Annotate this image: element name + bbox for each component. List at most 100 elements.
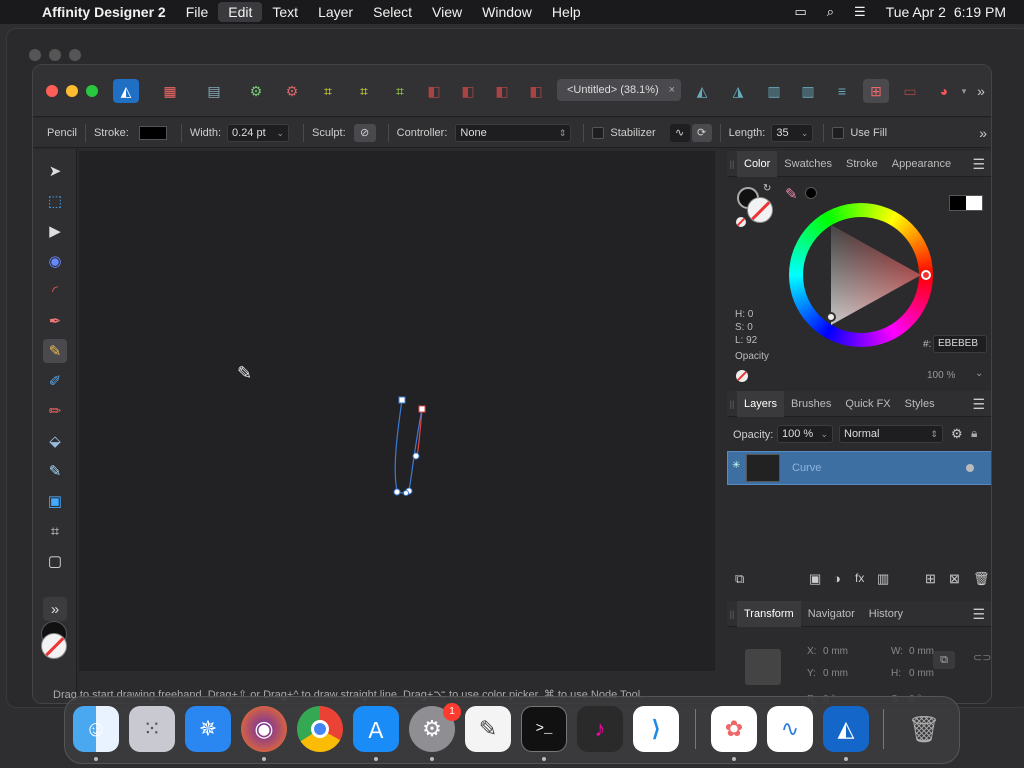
black-white-swatch[interactable]	[949, 195, 983, 211]
x-value[interactable]: 0 mm	[823, 646, 848, 657]
menubar-time[interactable]: 6:19 PM	[950, 0, 1024, 24]
close-button[interactable]	[46, 85, 58, 97]
panel-menu-icon[interactable]: ☰	[972, 156, 985, 173]
fill-tool-icon[interactable]: ⬙	[43, 429, 67, 453]
sculpt-toggle-icon[interactable]: ⊘	[353, 123, 376, 142]
swap-colors-icon[interactable]: ↻	[763, 183, 771, 194]
layer-name[interactable]: Curve	[792, 462, 821, 474]
launchpad-icon[interactable]: ⁙	[129, 706, 175, 752]
app-store-icon[interactable]: Ａ	[353, 706, 399, 752]
layers-opacity-field[interactable]: 100 % ⌄	[777, 425, 833, 443]
tab-transform[interactable]: Transform	[737, 600, 801, 627]
place-image-tool-icon[interactable]: ▣	[43, 489, 67, 513]
artboard-tool-icon[interactable]: ⬚	[43, 189, 67, 213]
insert-inside-icon[interactable]: ▭	[897, 79, 923, 103]
layer-settings-icon[interactable]: ⚙	[951, 426, 963, 442]
drawn-curve[interactable]	[79, 151, 715, 671]
tab-appearance[interactable]: Appearance	[885, 151, 958, 177]
delete-layer-icon[interactable]: 🗑︎	[973, 571, 990, 587]
w-value[interactable]: 0 mm	[909, 646, 934, 657]
boolean-xor-icon[interactable]: ◧	[523, 79, 549, 103]
corner-tool-icon[interactable]: ◜	[43, 279, 67, 303]
y-value[interactable]: 0 mm	[823, 668, 848, 679]
panel-grip-icon[interactable]: ||	[727, 399, 737, 409]
tab-history[interactable]: History	[862, 601, 910, 627]
blend-mode-dropdown[interactable]: Normal ⇕	[839, 425, 943, 443]
hex-field[interactable]: EBEBEB	[933, 335, 987, 353]
layer-options-icon[interactable]: ⧉	[735, 571, 744, 587]
screen-mirroring-icon[interactable]: ▭	[784, 0, 816, 24]
textedit-icon[interactable]: ✎	[465, 706, 511, 752]
vscode-icon[interactable]: ⟩	[633, 706, 679, 752]
align-objects-icon[interactable]: ⌗	[387, 79, 413, 103]
use-fill-checkbox[interactable]	[832, 126, 845, 139]
document-setup-icon[interactable]: ▤	[201, 79, 227, 103]
flip-horizontal-icon[interactable]: ◭	[689, 79, 715, 103]
minimize-button[interactable]	[66, 85, 78, 97]
affinity-designer-icon[interactable]: ◭	[823, 706, 869, 752]
boolean-intersect-icon[interactable]: ◧	[489, 79, 515, 103]
tab-quick-fx[interactable]: Quick FX	[838, 391, 897, 417]
snapping-icon[interactable]: ⚙	[243, 79, 269, 103]
panel-menu-icon[interactable]: ☰	[972, 396, 985, 413]
stroke-color-swatch[interactable]	[138, 125, 167, 140]
lock-aspect-icon[interactable]: ⊂⊃	[973, 651, 991, 664]
insert-target-icon[interactable]: ⊞	[863, 79, 889, 103]
window-mode-icon[interactable]: ⟳	[691, 123, 712, 142]
control-center-icon[interactable]: ☰	[844, 0, 876, 24]
garageband-icon[interactable]: ♪	[577, 706, 623, 752]
tab-swatches[interactable]: Swatches	[777, 151, 839, 177]
transparency-tool-icon[interactable]: ✎	[43, 459, 67, 483]
menu-view[interactable]: View	[422, 0, 472, 24]
zoom-button[interactable]	[86, 85, 98, 97]
flip-vertical-icon[interactable]: ◮	[725, 79, 751, 103]
panel-grip-icon[interactable]: ||	[727, 159, 737, 169]
curve-node[interactable]	[412, 452, 420, 460]
tab-layers[interactable]: Layers	[737, 390, 785, 417]
point-transform-tool-icon[interactable]: ◉	[43, 249, 67, 273]
assistant-dropdown-icon[interactable]: ▾	[957, 79, 971, 103]
transform-objects-icon[interactable]: ⌗	[315, 79, 341, 103]
more-tools-icon[interactable]: »	[43, 597, 67, 621]
panel-menu-icon[interactable]: ☰	[972, 606, 985, 623]
h-value[interactable]: 0 mm	[909, 668, 934, 679]
vector-brush-tool-icon[interactable]: ✐	[43, 369, 67, 393]
curve-node[interactable]	[393, 488, 401, 496]
firefox-icon[interactable]: ◉	[241, 706, 287, 752]
hsl-color-wheel[interactable]	[789, 203, 933, 347]
chevron-down-icon[interactable]: ⌄	[975, 368, 983, 379]
tab-color[interactable]: Color	[737, 150, 778, 177]
bg-close-button[interactable]	[29, 49, 41, 61]
add-group-icon[interactable]: ⊠	[949, 571, 960, 587]
document-tab[interactable]: <Untitled> (38.1%) ×	[557, 79, 681, 101]
pencil-tool-icon[interactable]: ✎	[43, 339, 67, 363]
layer-row-curve[interactable]: ✳ Curve	[727, 451, 991, 485]
photos-icon[interactable]: ✿	[711, 706, 757, 752]
add-adjustment-icon[interactable]: ◑	[833, 571, 841, 586]
trash-icon[interactable]: 🗑︎	[901, 706, 947, 752]
select-bounds-icon[interactable]: ⌗	[351, 79, 377, 103]
menubar-date[interactable]: Tue Apr 2	[876, 0, 950, 24]
menu-file[interactable]: File	[176, 0, 219, 24]
finder-icon[interactable]: ☺	[73, 706, 119, 752]
menu-app-name[interactable]: Affinity Designer 2	[32, 0, 176, 24]
chrome-icon[interactable]	[297, 706, 343, 752]
apple-icon[interactable]	[0, 0, 32, 24]
boolean-add-icon[interactable]: ◧	[421, 79, 447, 103]
menu-edit[interactable]: Edit	[218, 2, 263, 22]
opacity-value[interactable]: 100 %	[927, 370, 955, 381]
tab-stroke[interactable]: Stroke	[839, 151, 885, 177]
assistant-icon[interactable]: ◕	[931, 79, 957, 103]
saturation-lightness-triangle[interactable]	[789, 203, 933, 347]
stroke-color-well[interactable]	[747, 197, 773, 223]
move-tool-icon[interactable]: ➤	[43, 159, 67, 183]
rectangle-tool-icon[interactable]: ▢	[43, 549, 67, 573]
eyedropper-icon[interactable]: ✎	[785, 185, 798, 203]
boolean-subtract-icon[interactable]: ◧	[455, 79, 481, 103]
layer-visibility-toggle-icon[interactable]: ✳	[732, 460, 740, 471]
add-live-filter-icon[interactable]: ▥	[877, 571, 889, 587]
freeform-icon[interactable]: ∿	[767, 706, 813, 752]
menu-layer[interactable]: Layer	[308, 0, 363, 24]
pen-tool-icon[interactable]: ✒	[43, 309, 67, 333]
tab-brushes[interactable]: Brushes	[784, 391, 838, 417]
